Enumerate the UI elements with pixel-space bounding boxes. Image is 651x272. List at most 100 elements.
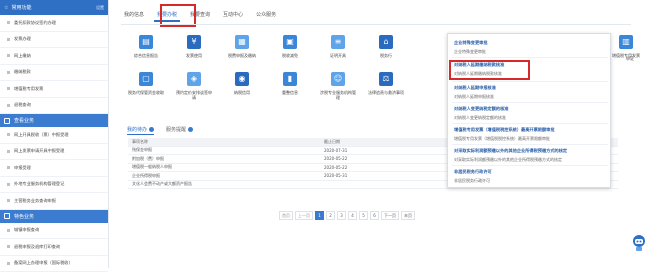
sidebar-item[interactable]: 委托扣款协议签约办理 [0, 15, 108, 32]
tile-custody-funds[interactable]: ▢税务代保管资金收取 [127, 72, 165, 95]
sidebar-item[interactable]: 网上开具税收（票）中报受理 [0, 127, 108, 144]
people-icon: ☺ [331, 72, 345, 86]
wallet-icon: ▢ [139, 72, 153, 86]
tab-interaction[interactable]: 互动中心 [220, 8, 246, 22]
pager-next[interactable]: 下一页 [381, 211, 399, 220]
sidebar-item[interactable]: 网上缴纳 [0, 48, 108, 65]
menu-divider [452, 57, 608, 58]
menu-divider [452, 165, 608, 166]
receipt-icon: ▥ [619, 35, 633, 49]
table-cell: 增值税一般纳税人申报 [128, 164, 324, 170]
calculator-icon: ▦ [235, 35, 249, 49]
tile-agency-management[interactable]: ☺涉税专业服务机构管理 [319, 72, 357, 100]
pager-page[interactable]: 6 [370, 211, 379, 220]
pager-page[interactable]: 2 [326, 211, 335, 220]
tile-tax-relief[interactable]: ▣税收减免 [271, 35, 309, 58]
table-cell: 2020-07-31 [324, 148, 464, 153]
menu-group-heading: 对采取实际利润额预缴以外的其他企业所得税预缴方式的核定 [454, 148, 567, 154]
sidebar-item[interactable]: 外地专业服务机构管理登记 [0, 177, 108, 194]
pager-page[interactable]: 1 [315, 211, 324, 220]
tile-label-partial: 申证 [626, 56, 634, 62]
bullet-icon [7, 166, 10, 169]
menu-group-heading: 增值税专用发票（增值税税控系统）最高开票限额审批 [454, 127, 555, 133]
pager-prev[interactable]: 上一页 [295, 211, 313, 220]
menu-item[interactable]: 企业特殊变更审批 [454, 49, 486, 55]
menu-item[interactable]: 对采取实际利润额预缴以外的其他企业所得税预缴方式的核定 [454, 157, 562, 163]
table-cell: 2020-05-31 [324, 173, 464, 178]
sidebar-section-header[interactable]: 特色业务 [0, 210, 108, 223]
menu-item[interactable]: 对纳税人延期申报核准 [454, 94, 494, 100]
menu-item[interactable]: 非居民税务行政许可 [454, 178, 490, 184]
tile-tax-filing[interactable]: ▦税费申报及缴纳 [223, 35, 261, 58]
gavel-icon: ⚖ [379, 72, 393, 86]
credit-icon: ◉ [235, 72, 249, 86]
sidebar-item[interactable]: 网上发票申请开具中报受理 [0, 144, 108, 161]
pager-last[interactable]: 末页 [401, 211, 415, 220]
table-cell: 2020-05-22 [324, 156, 464, 161]
menu-item[interactable]: 对纳税人变更纳税定额的核准 [454, 115, 506, 121]
building-icon: ⌂ [379, 35, 393, 49]
menu-group-heading: 对纳税人变更纳税定额的核准 [454, 106, 508, 112]
tile-certificate[interactable]: ≡证明开具 [319, 35, 357, 58]
sidebar-item[interactable]: 退税查询 [0, 98, 108, 115]
menu-item[interactable]: 增值税专用发票（增值税税控系统）最高开票限额审批 [454, 136, 550, 142]
chart-icon: ▮ [283, 72, 297, 86]
sidebar-item[interactable]: 申报受理 [0, 160, 108, 177]
invoice-icon: ¥ [187, 35, 201, 49]
bullet-icon [7, 71, 10, 74]
pager-page[interactable]: 5 [359, 211, 368, 220]
bullet-icon [7, 183, 10, 186]
bullet-icon [7, 21, 10, 24]
folder-icon [4, 118, 10, 124]
sidebar-item[interactable]: 增值税专用发票 [0, 81, 108, 98]
menu-highlight-box [449, 60, 530, 80]
tab-my-info[interactable]: 我的信息 [121, 8, 147, 22]
tile-pricing-agreement[interactable]: ◈预约定价安排谈签申请 [175, 72, 213, 100]
certificate-icon: ≡ [331, 35, 345, 49]
star-icon: ☆ [4, 5, 8, 11]
bullet-icon [7, 38, 10, 41]
pager-page[interactable]: 4 [348, 211, 357, 220]
tile-tax-credit[interactable]: ◉纳税信用 [223, 72, 261, 95]
tile-tax-admin[interactable]: ⌂税务行 [367, 35, 405, 58]
tab-public-service[interactable]: 公众服务 [253, 8, 279, 22]
bullet-icon [7, 229, 10, 232]
menu-group-heading: 企业特殊变更审批 [454, 40, 488, 46]
sidebar-settings-link[interactable]: 设置 [96, 5, 104, 11]
bullet-icon [7, 262, 10, 265]
table-cell: 附加税（费）申报 [128, 156, 324, 162]
sidebar-item[interactable]: 备案网上办理申报（国际税收） [0, 256, 108, 272]
assistant-robot-icon[interactable] [631, 233, 647, 253]
tab-my-todo[interactable]: 我的待办 [127, 124, 154, 135]
sidebar-item[interactable]: 主营税务业务查询申报 [0, 193, 108, 210]
pager-first[interactable]: 首页 [279, 211, 293, 220]
table-cell: 2020-05-22 [324, 165, 464, 170]
table-cell: 企业所得税申报 [128, 173, 324, 179]
bullet-icon [7, 87, 10, 90]
folder-icon [4, 213, 10, 219]
pagination: 首页 上一页 1 2 3 4 5 6 下一页 末页 [279, 211, 417, 220]
bullet-icon [7, 245, 10, 248]
sidebar-item[interactable]: 发票办理 [0, 32, 108, 49]
todo-tabs: 我的待办 服务提醒 [127, 124, 205, 135]
bullet-icon [7, 104, 10, 107]
sidebar-title: 常用功能 [11, 4, 31, 11]
gift-icon: ▣ [283, 35, 297, 49]
tab-service-reminder[interactable]: 服务提醒 [166, 124, 193, 135]
tile-restructure-info[interactable]: ▮重整信息 [271, 72, 309, 95]
handshake-icon: ◈ [187, 72, 201, 86]
sidebar-item[interactable]: 缴纳税款 [0, 65, 108, 82]
count-badge [188, 127, 193, 132]
sidebar-item[interactable]: 城镇申报查询 [0, 223, 108, 240]
pager-page[interactable]: 3 [337, 211, 346, 220]
tile-invoice-use[interactable]: ¥发票使用 [175, 35, 213, 58]
sidebar-item[interactable]: 退税申报及退库打印查询 [0, 239, 108, 256]
bullet-icon [7, 199, 10, 202]
tile-legal-relief[interactable]: ⚖法律追责与救济事项 [367, 72, 405, 95]
top-tabs: 我的信息 我要办税 我要查询 互动中心 公众服务 [121, 8, 286, 22]
column-header: 事项名称 [128, 139, 324, 145]
sidebar-section-header[interactable]: 查看业务 [0, 114, 108, 127]
legal-relief-dropdown: 企业特殊变更审批 企业特殊变更审批 对纳税人延期缴纳税款核准 对纳税人延期缴纳税… [447, 33, 611, 188]
tile-info-report[interactable]: ▤综合信息报告 [127, 35, 165, 58]
tile-vat-invoice[interactable]: ▥增值税专用发票 [607, 35, 645, 58]
